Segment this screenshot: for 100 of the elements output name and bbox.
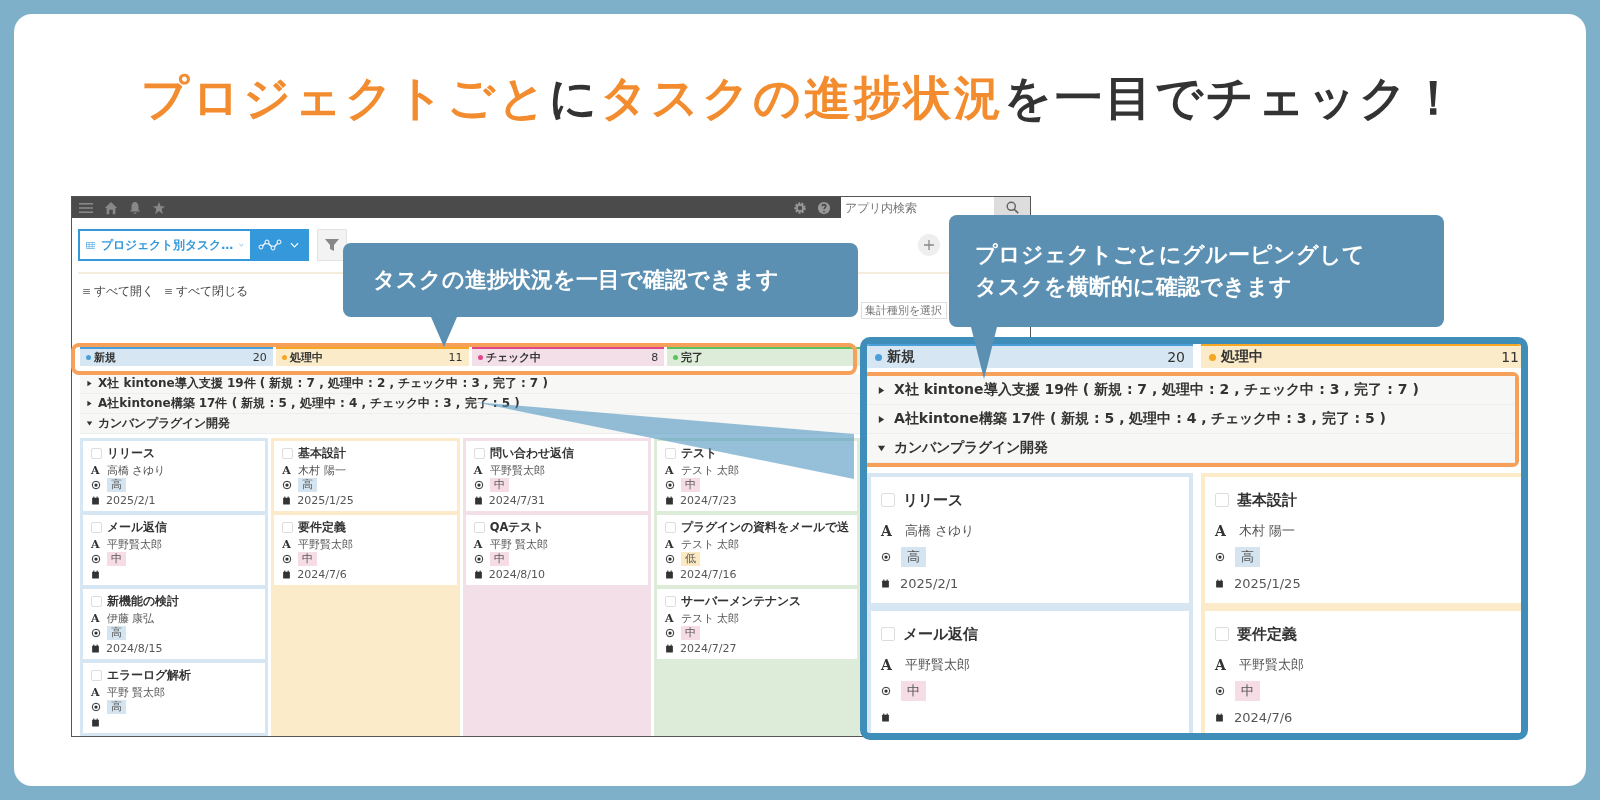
task-card[interactable]: テスト A テスト 太郎 中 2024/7/23 [657, 441, 857, 511]
assignee-name: 平野 賢太郎 [489, 536, 549, 552]
checkbox[interactable] [91, 447, 102, 459]
checkbox[interactable] [91, 521, 102, 533]
home-icon [104, 200, 118, 215]
task-card[interactable]: プラグインの資料をメールで送 A テスト 太郎 低 2024/7/16 [657, 515, 857, 585]
status-name: 処理中 [1221, 348, 1264, 366]
task-card[interactable]: 要件定義 A 平野賢太郎 中 2024/7/6 [1205, 611, 1521, 733]
task-card[interactable]: 新機能の検討 A 伊藤 康弘 高 2024/8/15 [83, 589, 266, 659]
group-row[interactable]: A社kintone構築 17件 ( 新規 : 5 , 処理中 : 4 , チェック中 : 3 , 完了 : 5 ) [867, 405, 1515, 434]
assignee-icon: A [665, 537, 675, 551]
task-card[interactable]: エラーログ解析 A 平野 賢太郎 高 [83, 663, 266, 733]
task-title: メール返信 [903, 624, 978, 644]
checkbox[interactable] [91, 595, 102, 607]
assignee-icon: A [91, 537, 101, 551]
assignee-icon: A [1215, 523, 1229, 539]
priority-tag: 中 [107, 552, 126, 566]
checkbox[interactable] [91, 669, 102, 681]
plus-icon [923, 239, 935, 251]
search-field[interactable]: アプリ内検索 [841, 197, 994, 218]
due-date: 2024/7/27 [680, 641, 737, 655]
radio-dot-icon [1215, 552, 1225, 562]
assignee-icon: A [665, 611, 675, 625]
task-card[interactable]: メール返信 A 平野賢太郎 中 [871, 611, 1189, 733]
task-title: リリース [107, 445, 155, 461]
task-title: サーバーメンテナンス [681, 593, 801, 609]
caret-icon [86, 420, 93, 427]
task-title: QAテスト [489, 519, 545, 535]
task-title: 基本設計 [298, 445, 347, 461]
filter-button[interactable] [317, 229, 347, 261]
task-title: 新機能の検討 [107, 593, 179, 609]
calendar-icon [881, 578, 890, 588]
task-title: エラーログ解析 [107, 667, 191, 683]
assignee-icon: A [1215, 657, 1229, 673]
checkbox[interactable] [665, 595, 676, 607]
add-button[interactable] [918, 234, 940, 256]
due-date: 2025/2/1 [900, 575, 959, 591]
group-row[interactable]: X社 kintone導入支援 19件 ( 新規 : 7 , 処理中 : 2 , チェック中 : 3 , 完了 : 7 ) [867, 376, 1515, 405]
task-card[interactable]: QAテスト A 平野 賢太郎 中 2024/8/10 [465, 515, 648, 585]
priority-tag: 中 [298, 552, 318, 566]
task-card[interactable]: 基本設計 A 木村 陽一 高 2025/1/25 [1205, 477, 1521, 603]
radio-dot-icon [881, 552, 891, 562]
checkbox[interactable] [473, 521, 485, 533]
checkbox[interactable] [665, 447, 676, 459]
checkbox[interactable] [1215, 493, 1229, 507]
callout-pointer [971, 327, 997, 379]
calendar-icon [665, 495, 674, 505]
group-row[interactable]: A社kintone構築 17件 ( 新規 : 5 , 処理中 : 4 , チェック中 : 3 , 完了 : 5 ) [80, 394, 860, 414]
priority-tag: 高 [107, 478, 126, 492]
radio-dot-icon [91, 702, 101, 712]
aggregate-select[interactable]: 集計種別を選択 [861, 302, 947, 319]
assignee-name: 平野賢太郎 [489, 462, 545, 478]
calendar-icon [473, 495, 483, 505]
priority-tag: 高 [107, 700, 126, 714]
checkbox[interactable] [282, 521, 294, 533]
calendar-icon [473, 569, 483, 579]
assignee-name: 伊藤 康弘 [107, 610, 155, 626]
task-title: 問い合わせ返信 [489, 445, 574, 461]
collapse-all-link[interactable]: すべて閉じる [164, 283, 248, 300]
checkbox[interactable] [473, 447, 485, 459]
help-icon [817, 200, 831, 215]
checkbox[interactable] [282, 447, 294, 459]
expand-all-link[interactable]: すべて開く [82, 283, 154, 300]
search-icon [1005, 201, 1019, 214]
checkbox[interactable] [665, 521, 676, 533]
assignee-icon: A [282, 463, 293, 477]
caret-icon [86, 400, 93, 407]
assignee-name: 高橋 さゆり [107, 462, 166, 478]
checkbox[interactable] [881, 493, 895, 507]
assignee-name: 平野賢太郎 [905, 656, 970, 674]
status-count: 20 [252, 351, 267, 364]
priority-tag: 高 [901, 547, 926, 567]
assignee-name: テスト 太郎 [681, 536, 740, 552]
callout-bubble: タスクの進捗状況を一目で確認できます [343, 243, 858, 317]
assignee-icon: A [282, 537, 293, 551]
group-row[interactable]: X社 kintone導入支援 19件 ( 新規 : 7 , 処理中 : 2 , チェック中 : 3 , 完了 : 7 ) [80, 374, 860, 394]
callout-pointer [431, 317, 457, 347]
priority-tag: 中 [489, 552, 509, 566]
due-date: 2024/7/23 [680, 493, 737, 507]
task-title: メール返信 [107, 519, 167, 535]
funnel-icon [324, 237, 340, 253]
group-row[interactable]: カンバンプラグイン開発 [867, 434, 1515, 463]
task-card[interactable]: メール返信 A 平野賢太郎 中 [83, 515, 266, 585]
task-card[interactable]: 問い合わせ返信 A 平野賢太郎 中 2024/7/31 [465, 441, 648, 511]
assignee-icon: A [91, 685, 101, 699]
caret-icon [86, 380, 93, 387]
headline: プロジェクトごと に タスクの進捗状況を一目でチェック！ [140, 68, 1460, 127]
task-card[interactable]: サーバーメンテナンス A テスト 太郎 中 2024/7/27 [657, 589, 857, 659]
priority-tag: 中 [681, 478, 700, 492]
group-row[interactable]: カンバンプラグイン開発 [80, 414, 860, 434]
checkbox[interactable] [881, 627, 895, 641]
priority-tag: 中 [901, 681, 926, 701]
task-card[interactable]: リリース A 高橋 さゆり 高 2025/2/1 [83, 441, 266, 511]
task-card[interactable]: 基本設計 A 木村 陽一 高 2025/1/25 [274, 441, 457, 511]
callout-bubble: プロジェクトごとにグルーピングして タスクを横断的に確認できます [949, 215, 1444, 327]
task-card[interactable]: リリース A 高橋 さゆり 高 2025/2/1 [871, 477, 1189, 603]
assignee-name: 平野 賢太郎 [107, 684, 166, 700]
task-card[interactable]: 要件定義 A 平野賢太郎 中 2024/7/6 [274, 515, 457, 585]
checkbox[interactable] [1215, 627, 1229, 641]
status-count: 11 [1501, 349, 1519, 365]
